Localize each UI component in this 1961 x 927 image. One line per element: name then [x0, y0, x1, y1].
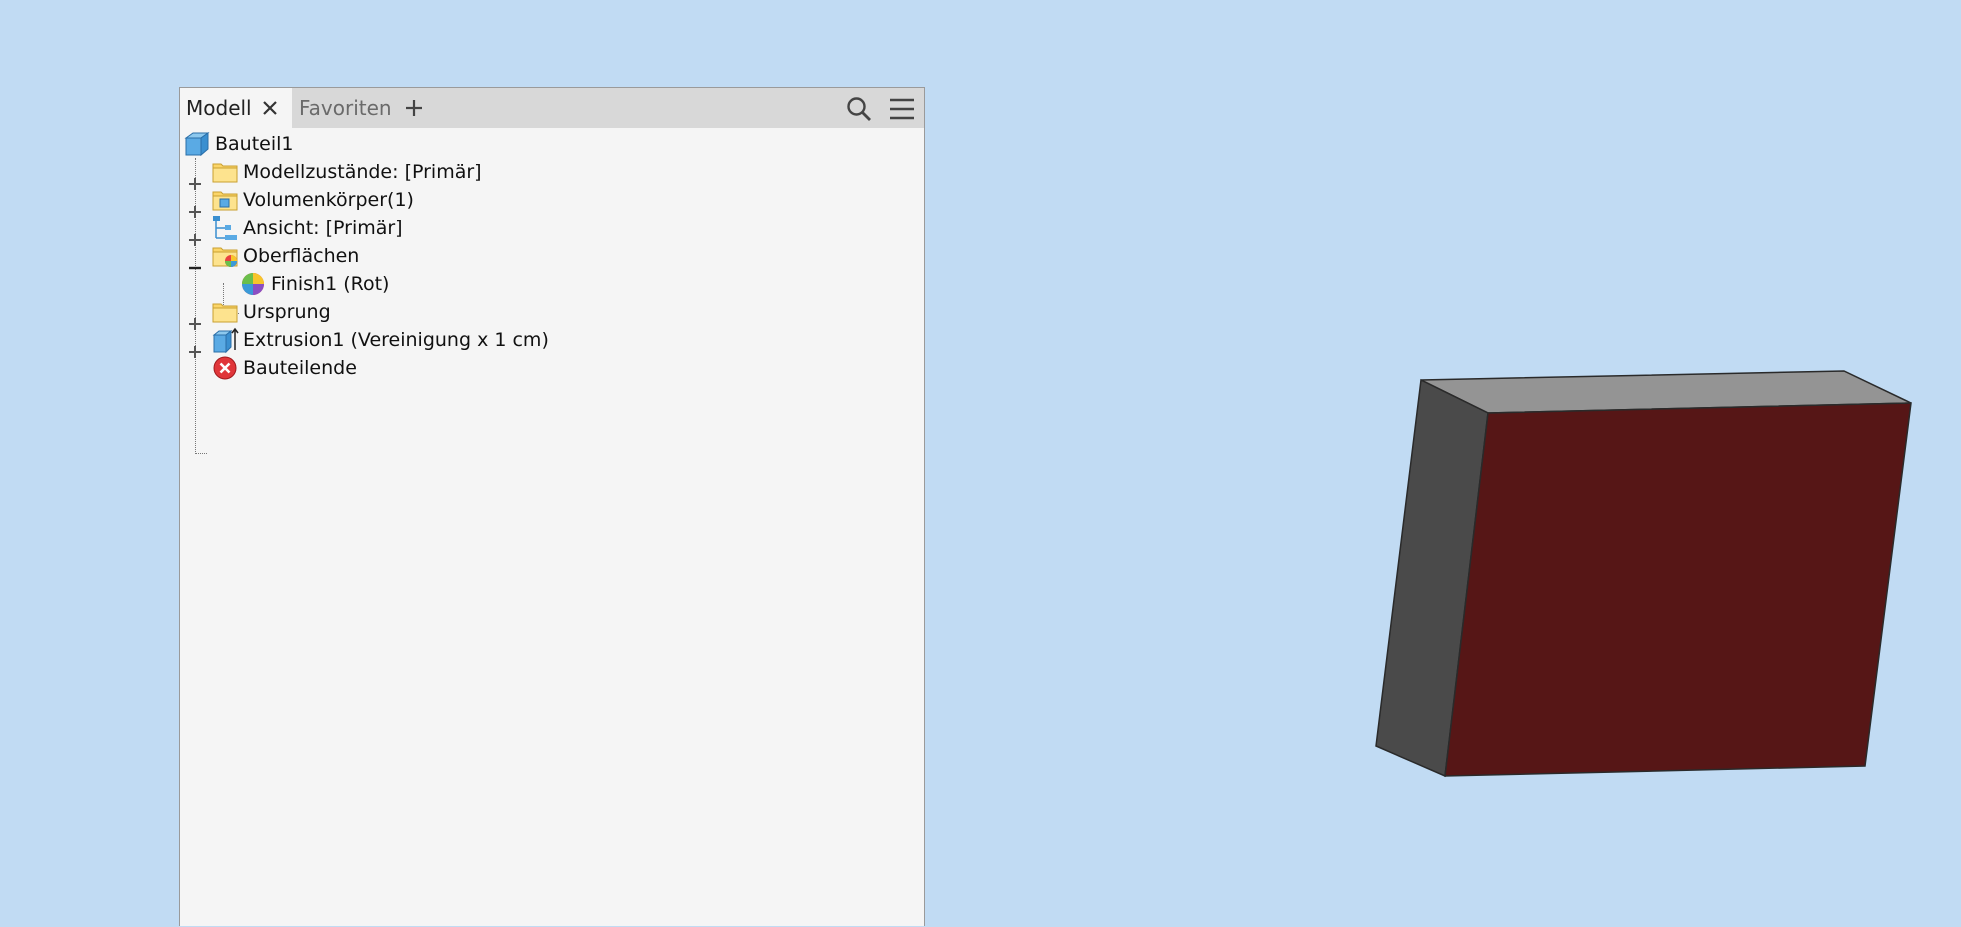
end-of-part-icon	[213, 356, 237, 380]
solid-bodies-folder-icon	[212, 191, 238, 211]
tree-connector	[195, 453, 207, 454]
tree-item-ursprung[interactable]: Ursprung	[211, 297, 331, 327]
tree-root-label: Bauteil1	[215, 133, 294, 155]
add-tab-icon[interactable]	[402, 96, 426, 120]
tree-item-label: Ansicht: [Primär]	[243, 217, 403, 239]
box-front-face[interactable]	[1444, 402, 1912, 777]
graphics-viewport[interactable]: Modell Favoriten Bauteil1 Modellzustände…	[0, 0, 1961, 926]
view-rep-icon	[213, 216, 237, 240]
tree-item-label: Extrusion1 (Vereinigung x 1 cm)	[243, 329, 549, 351]
tree-item-label: Modellzustände: [Primär]	[243, 161, 482, 183]
tab-modell-label: Modell	[186, 96, 252, 120]
tree-item-oberflaechen[interactable]: Oberflächen	[211, 241, 359, 271]
tree-item-modellzustaende[interactable]: Modellzustände: [Primär]	[211, 157, 482, 187]
tree-item-label: Ursprung	[243, 301, 331, 323]
extrusion-icon	[212, 327, 239, 354]
tab-modell[interactable]: Modell	[180, 88, 292, 128]
model-browser-panel: Modell Favoriten Bauteil1 Modellzustände…	[179, 87, 925, 926]
tree-item-label: Oberflächen	[243, 245, 360, 267]
appearance-ball-icon	[242, 273, 264, 295]
tab-favoriten-label: Favoriten	[299, 96, 392, 120]
browser-tab-bar: Modell Favoriten	[180, 88, 924, 128]
tree-item-ansicht[interactable]: Ansicht: [Primär]	[211, 213, 403, 243]
tree-item-label: Finish1 (Rot)	[271, 273, 390, 295]
tab-favoriten[interactable]: Favoriten	[299, 88, 392, 128]
tree-item-extrusion1[interactable]: Extrusion1 (Vereinigung x 1 cm)	[211, 325, 549, 355]
expand-icon[interactable]	[188, 205, 202, 219]
part-cube-icon	[184, 132, 210, 157]
folder-icon	[212, 163, 238, 183]
appearance-folder-icon	[212, 247, 238, 267]
tree-item-finish1[interactable]: Finish1 (Rot)	[239, 269, 389, 299]
tree-item-label: Volumenkörper(1)	[243, 189, 414, 211]
tree-item-bauteilende[interactable]: Bauteilende	[211, 353, 357, 383]
expand-icon[interactable]	[188, 345, 202, 359]
tree-connector	[195, 158, 196, 454]
extruded-box-model[interactable]	[1370, 365, 1915, 785]
tree-root-node[interactable]: Bauteil1	[183, 129, 294, 159]
tree-item-volumenkoerper[interactable]: Volumenkörper(1)	[211, 185, 414, 215]
close-icon[interactable]	[258, 96, 282, 120]
hamburger-menu-icon[interactable]	[888, 96, 916, 122]
tree-item-label: Bauteilende	[243, 357, 357, 379]
search-icon[interactable]	[845, 95, 873, 123]
browser-tree: Bauteil1 Modellzustände: [Primär] Volume…	[180, 128, 924, 927]
folder-icon	[212, 303, 238, 323]
expand-icon[interactable]	[188, 317, 202, 331]
collapse-icon[interactable]	[188, 261, 202, 275]
expand-icon[interactable]	[188, 233, 202, 247]
expand-icon[interactable]	[188, 177, 202, 191]
